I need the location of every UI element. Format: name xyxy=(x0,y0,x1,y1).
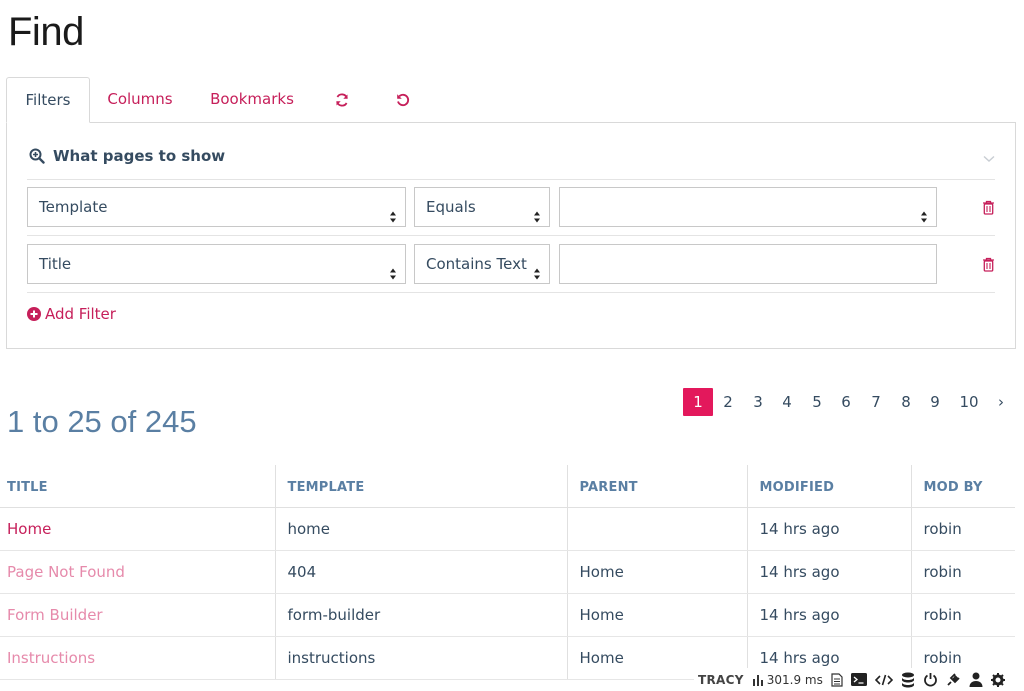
tab-columns[interactable]: Columns xyxy=(92,77,188,122)
add-filter-button[interactable]: Add Filter xyxy=(27,305,116,323)
page-link-8[interactable]: 8 xyxy=(891,388,921,416)
cell-parent: Home xyxy=(567,550,748,594)
page-title-link[interactable]: Home xyxy=(7,520,51,538)
document-icon[interactable] xyxy=(831,672,843,687)
trash-icon[interactable] xyxy=(982,257,995,276)
page-title: Find xyxy=(8,10,84,54)
cell-title: Form Builder xyxy=(0,593,276,637)
gear-icon[interactable] xyxy=(990,672,1005,687)
page-link-7[interactable]: 7 xyxy=(861,388,891,416)
cell-template: form-builder xyxy=(275,593,568,637)
filter-operator-select[interactable]: Equals xyxy=(414,187,550,227)
tab-bookmarks-label: Bookmarks xyxy=(210,90,294,108)
user-icon[interactable] xyxy=(969,672,983,687)
timer-value: 301.9 ms xyxy=(766,672,823,687)
cell-modified: 14 hrs ago xyxy=(747,507,912,551)
tracy-debug-bar: TRACY 301.9 ms xyxy=(694,668,1024,691)
page-link-4[interactable]: 4 xyxy=(772,388,802,416)
column-header-modified[interactable]: MODIFIED xyxy=(747,465,912,508)
page-title-link[interactable]: Instructions xyxy=(7,649,95,667)
page-link-6[interactable]: 6 xyxy=(831,388,861,416)
cell-title: Instructions xyxy=(0,636,276,680)
terminal-icon[interactable] xyxy=(850,673,867,686)
table-row: Page Not Found 404 Home 14 hrs ago robin xyxy=(0,550,1015,594)
filter-field-value: Title xyxy=(39,255,72,273)
filter-field-value: Template xyxy=(39,198,108,216)
cell-parent: Home xyxy=(567,593,748,637)
cell-template: home xyxy=(275,507,568,551)
column-header-parent[interactable]: PARENT xyxy=(567,465,748,508)
filters-heading: What pages to show xyxy=(53,147,226,165)
refresh-icon xyxy=(334,90,350,108)
cell-mod-by: robin xyxy=(911,593,1015,637)
filter-operator-select[interactable]: Contains Text xyxy=(414,244,550,284)
table-row: Form Builder form-builder Home 14 hrs ag… xyxy=(0,593,1015,637)
select-arrows-icon xyxy=(389,200,397,238)
tab-refresh[interactable] xyxy=(322,77,362,122)
cell-parent xyxy=(567,507,748,551)
power-icon[interactable] xyxy=(923,672,938,687)
tab-bookmarks[interactable]: Bookmarks xyxy=(194,77,310,122)
page-link-3[interactable]: 3 xyxy=(743,388,773,416)
undo-icon xyxy=(395,90,411,108)
cell-title: Home xyxy=(0,507,276,551)
code-icon[interactable] xyxy=(874,674,893,686)
page-link-10[interactable]: 10 xyxy=(954,388,984,416)
filters-panel: What pages to show Template Equals Title… xyxy=(6,122,1016,349)
results-summary: 1 to 25 of 245 xyxy=(7,404,197,439)
chevron-down-icon[interactable] xyxy=(983,149,995,167)
cell-mod-by: robin xyxy=(911,507,1015,551)
page-link-2[interactable]: 2 xyxy=(713,388,743,416)
tab-filters-label: Filters xyxy=(25,91,71,109)
tab-filters[interactable]: Filters xyxy=(6,77,90,123)
filter-field-select[interactable]: Template xyxy=(27,187,406,227)
filter-operator-value: Contains Text xyxy=(426,255,527,273)
plus-circle-icon xyxy=(27,305,45,323)
column-header-template[interactable]: TEMPLATE xyxy=(275,465,568,508)
cell-modified: 14 hrs ago xyxy=(747,550,912,594)
page-title-link[interactable]: Page Not Found xyxy=(7,563,125,581)
select-arrows-icon xyxy=(533,257,541,295)
tab-bar: Filters Columns Bookmarks xyxy=(6,77,1016,123)
page-link-1[interactable]: 1 xyxy=(683,388,713,416)
filter-operator-value: Equals xyxy=(426,198,476,216)
column-header-title[interactable]: TITLE xyxy=(0,465,276,508)
tracy-logo[interactable]: TRACY xyxy=(698,673,744,687)
tab-undo[interactable] xyxy=(383,77,423,122)
select-arrows-icon xyxy=(533,200,541,238)
results-table: TITLE TEMPLATE PARENT MODIFIED MOD BY Ho… xyxy=(0,465,1015,680)
cell-template: instructions xyxy=(275,636,568,680)
trash-icon[interactable] xyxy=(982,200,995,219)
select-arrows-icon xyxy=(389,257,397,295)
cell-template: 404 xyxy=(275,550,568,594)
filter-value-input[interactable] xyxy=(559,244,937,284)
divider xyxy=(27,235,995,236)
divider xyxy=(27,292,995,293)
table-header-row: TITLE TEMPLATE PARENT MODIFIED MOD BY xyxy=(0,465,1015,508)
next-page-button[interactable]: › xyxy=(986,388,1016,416)
divider xyxy=(27,179,995,180)
table-row: Home home 14 hrs ago robin xyxy=(0,507,1015,551)
filter-value-select[interactable] xyxy=(559,187,937,227)
plug-icon[interactable] xyxy=(946,672,961,687)
filter-field-select[interactable]: Title xyxy=(27,244,406,284)
cell-title: Page Not Found xyxy=(0,550,276,594)
cell-mod-by: robin xyxy=(911,550,1015,594)
tab-columns-label: Columns xyxy=(107,90,173,108)
page-link-9[interactable]: 9 xyxy=(920,388,950,416)
cell-modified: 14 hrs ago xyxy=(747,593,912,637)
column-header-mod-by[interactable]: MOD BY xyxy=(911,465,1015,508)
bar-chart-icon xyxy=(752,674,764,686)
timer-panel[interactable]: 301.9 ms xyxy=(752,673,823,687)
page-link-5[interactable]: 5 xyxy=(802,388,832,416)
select-arrows-icon xyxy=(920,200,928,238)
page-title-link[interactable]: Form Builder xyxy=(7,606,103,624)
database-icon[interactable] xyxy=(901,672,915,688)
zoom-search-icon xyxy=(29,148,45,168)
filters-panel-header[interactable]: What pages to show xyxy=(27,145,995,167)
add-filter-label: Add Filter xyxy=(45,305,116,323)
